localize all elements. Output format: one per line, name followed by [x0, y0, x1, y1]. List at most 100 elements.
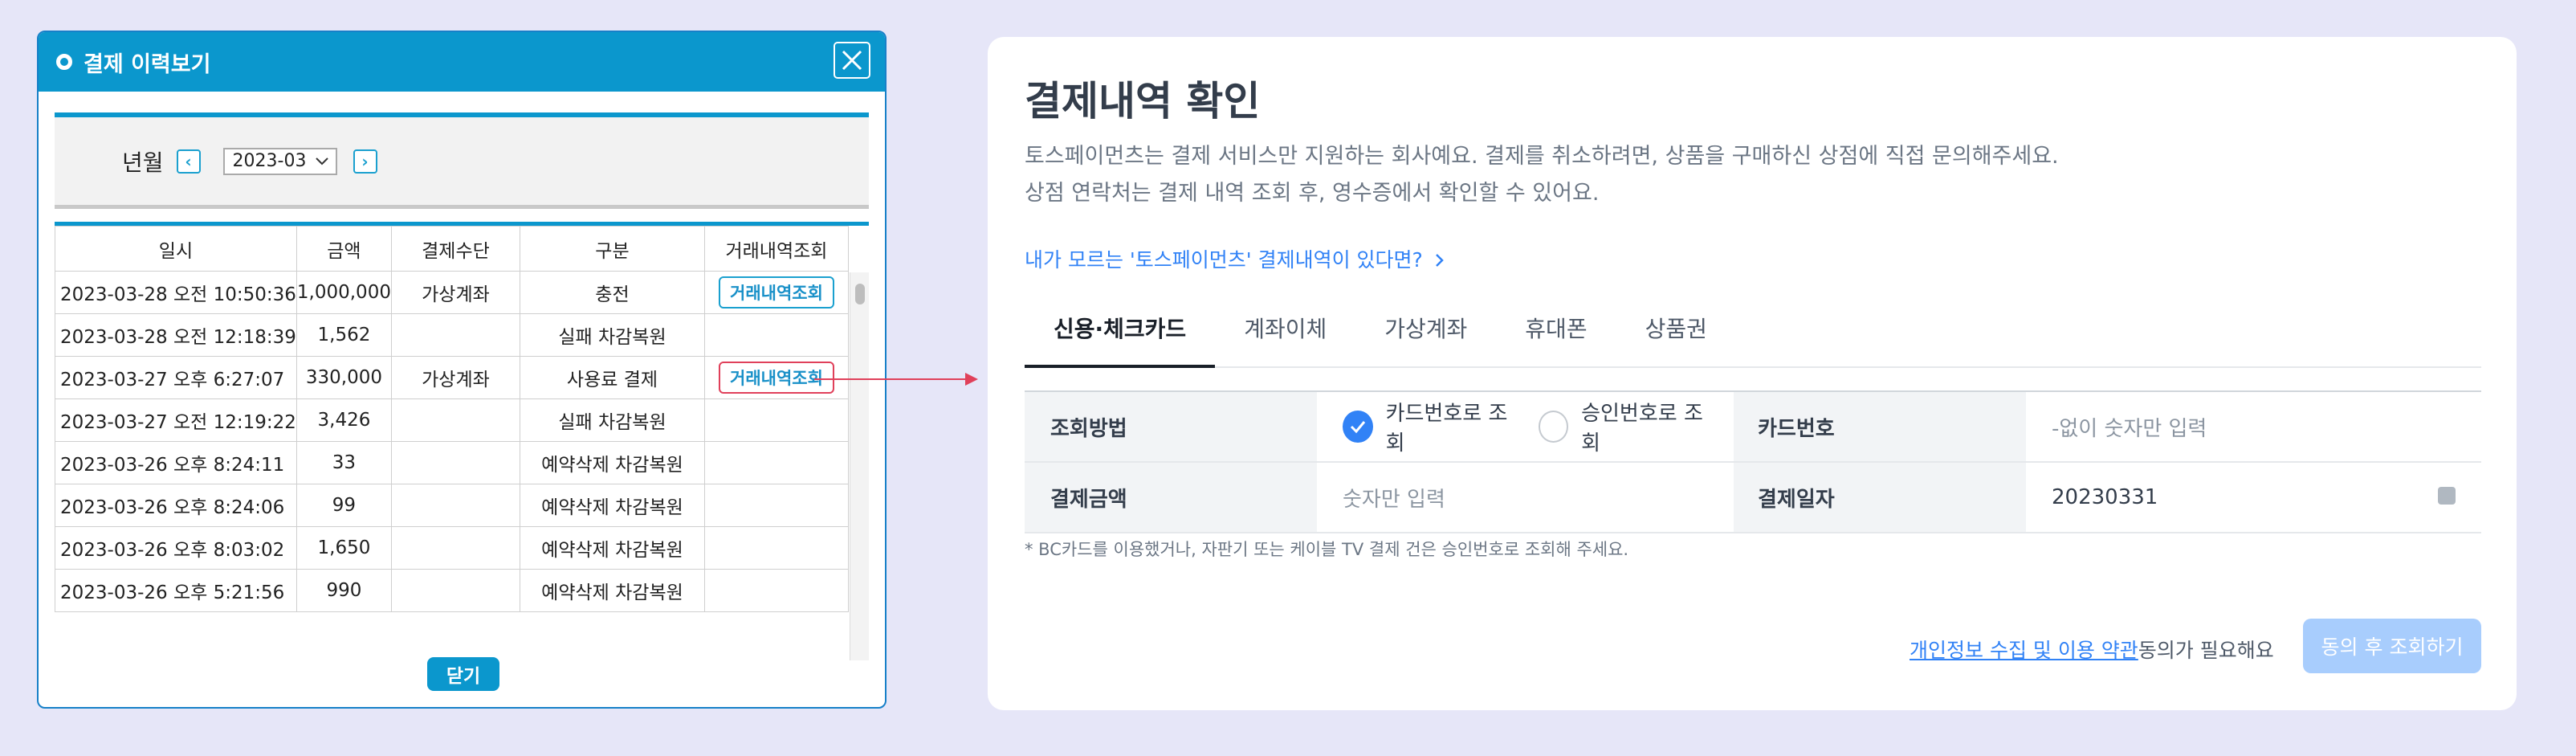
cell-method	[390, 398, 520, 442]
cell-type: 충전	[519, 271, 705, 314]
calendar-icon[interactable]	[2438, 487, 2456, 505]
cell-lookup: 거래내역조회	[703, 271, 849, 314]
chevron-right-icon	[1435, 254, 1444, 267]
chevron-down-icon	[315, 157, 328, 165]
cell-amount: 1,562	[296, 313, 392, 357]
cell-date: 2023-03-27 오후 6:27:07	[55, 356, 297, 399]
tab-gift-card[interactable]: 상품권	[1616, 307, 1736, 368]
payment-date-value: 20230331	[2052, 485, 2158, 509]
table-row: 2023-03-26 오후 8:24:06 99 예약삭제 차감복원	[55, 484, 849, 527]
close-icon[interactable]	[834, 42, 870, 79]
cell-amount: 1,000,000	[296, 271, 392, 314]
scroll-thumb[interactable]	[855, 284, 865, 304]
radio-approval-number[interactable]: 승인번호로 조회	[1538, 397, 1714, 456]
tab-credit-card[interactable]: 신용·체크카드	[1025, 307, 1216, 368]
connector-arrow	[814, 373, 978, 386]
cell-method	[390, 441, 520, 484]
col-header-date: 일시	[55, 226, 297, 272]
cell-date: 2023-03-26 오후 8:24:11	[55, 441, 297, 484]
table-row: 2023-03-27 오전 12:19:22 3,426 실패 차감복원	[55, 398, 849, 442]
col-header-amount: 금액	[296, 226, 392, 272]
lookup-form: 조회방법 카드번호로 조회 승인번호로 조회 카드번호 -없이 숫자만 입력 결…	[1025, 390, 2481, 533]
table-row: 2023-03-26 오후 8:24:11 33 예약삭제 차감복원	[55, 441, 849, 484]
notice-text: * BC카드를 이용했거나, 자판기 또는 케이블 TV 결제 건은 승인번호로…	[1025, 540, 1629, 559]
check-icon	[1343, 411, 1373, 443]
form-row: 결제금액 숫자만 입력 결제일자 20230331	[1025, 463, 2481, 533]
cell-lookup	[703, 313, 849, 357]
cell-method	[390, 484, 520, 527]
card-number-label: 카드번호	[1734, 392, 2026, 461]
radio-card-number[interactable]: 카드번호로 조회	[1343, 397, 1518, 456]
col-header-type: 구분	[519, 226, 705, 272]
description-line-2: 상점 연락처는 결제 내역 조회 후, 영수증에서 확인할 수 있어요.	[1025, 181, 1600, 206]
agree-and-search-button[interactable]: 동의 후 조회하기	[2303, 619, 2481, 673]
next-month-button[interactable]: ›	[353, 149, 377, 174]
tab-virtual-account[interactable]: 가상계좌	[1355, 307, 1496, 368]
cell-date: 2023-03-26 오후 5:21:56	[55, 569, 297, 612]
cell-method	[390, 313, 520, 357]
table-row: 2023-03-26 오후 8:03:02 1,650 예약삭제 차감복원	[55, 526, 849, 570]
radio-empty-icon	[1538, 411, 1569, 443]
cell-date: 2023-03-26 오후 8:03:02	[55, 526, 297, 570]
cell-lookup	[703, 484, 849, 527]
lookup-method-label: 조회방법	[1025, 392, 1317, 461]
cell-type: 예약삭제 차감복원	[519, 441, 705, 484]
month-filter-label: 년월	[122, 149, 164, 176]
table-scrollbar[interactable]	[850, 272, 869, 660]
agreement-text: 개인정보 수집 및 이용 약관동의가 필요해요	[1910, 635, 2274, 664]
cell-type: 예약삭제 차감복원	[519, 526, 705, 570]
table-header-row: 일시 금액 결제수단 구분 거래내역조회	[55, 226, 849, 272]
history-table: 일시 금액 결제수단 구분 거래내역조회 2023-03-28 오전 10:50…	[55, 226, 849, 612]
cell-date: 2023-03-26 오후 8:24:06	[55, 484, 297, 527]
prev-month-button[interactable]: ‹	[176, 149, 201, 174]
cell-date: 2023-03-28 오전 12:18:39	[55, 313, 297, 357]
cell-date: 2023-03-28 오전 10:50:36	[55, 271, 297, 314]
help-link[interactable]: 내가 모르는 '토스페이먼츠' 결제내역이 있다면?	[1025, 244, 1445, 273]
cell-type: 실패 차감복원	[519, 398, 705, 442]
tab-bank-transfer[interactable]: 계좌이체	[1215, 307, 1355, 368]
lookup-button[interactable]: 거래내역조회	[719, 276, 834, 309]
help-link-text: 내가 모르는 '토스페이먼츠' 결제내역이 있다면?	[1025, 248, 1423, 272]
privacy-terms-link[interactable]: 개인정보 수집 및 이용 약관	[1910, 639, 2138, 662]
form-row: 조회방법 카드번호로 조회 승인번호로 조회 카드번호 -없이 숫자만 입력	[1025, 392, 2481, 463]
cell-lookup	[703, 441, 849, 484]
payment-date-label: 결제일자	[1734, 463, 2026, 532]
table-row: 2023-03-28 오전 12:18:39 1,562 실패 차감복원	[55, 313, 849, 357]
month-select[interactable]: 2023-03	[222, 147, 337, 175]
cell-type: 예약삭제 차감복원	[519, 569, 705, 612]
amount-input[interactable]: 숫자만 입력	[1317, 463, 1734, 532]
cell-lookup	[703, 569, 849, 612]
table-row: 2023-03-26 오후 5:21:56 990 예약삭제 차감복원	[55, 569, 849, 612]
tab-mobile[interactable]: 휴대폰	[1496, 307, 1616, 368]
close-button[interactable]: 닫기	[427, 657, 499, 691]
month-filter-bar: 년월 ‹ 2023-03 ›	[55, 112, 869, 209]
cell-method	[390, 569, 520, 612]
payment-history-popup: 결제 이력보기 년월 ‹ 2023-03 › 일시 금액 결제수단 구분 거래내	[37, 31, 887, 709]
popup-title: 결제 이력보기	[84, 51, 211, 77]
table-row: 2023-03-27 오후 6:27:07 330,000 가상계좌 사용료 결…	[55, 356, 849, 399]
cell-amount: 99	[296, 484, 392, 527]
agreement-suffix: 동의가 필요해요	[2138, 639, 2274, 662]
radio-card-number-label: 카드번호로 조회	[1385, 402, 1508, 456]
cell-amount: 3,426	[296, 398, 392, 442]
radio-approval-number-label: 승인번호로 조회	[1581, 402, 1703, 456]
description-line-1: 토스페이먼츠는 결제 서비스만 지원하는 회사예요. 결제를 취소하려면, 상품…	[1025, 144, 2059, 169]
cell-type: 예약삭제 차감복원	[519, 484, 705, 527]
card-number-input[interactable]: -없이 숫자만 입력	[2026, 392, 2481, 461]
payment-date-input[interactable]: 20230331	[2026, 463, 2481, 532]
payment-method-tabs: 신용·체크카드 계좌이체 가상계좌 휴대폰 상품권	[1025, 307, 2481, 368]
cell-amount: 330,000	[296, 356, 392, 399]
col-header-lookup: 거래내역조회	[703, 226, 849, 272]
cell-type: 사용료 결제	[519, 356, 705, 399]
cell-method: 가상계좌	[390, 271, 520, 314]
col-header-method: 결제수단	[390, 226, 520, 272]
cell-type: 실패 차감복원	[519, 313, 705, 357]
cell-lookup	[703, 398, 849, 442]
cell-date: 2023-03-27 오전 12:19:22	[55, 398, 297, 442]
cell-method: 가상계좌	[390, 356, 520, 399]
cell-method	[390, 526, 520, 570]
page-title: 결제내역 확인	[1025, 78, 1261, 125]
table-row: 2023-03-28 오전 10:50:36 1,000,000 가상계좌 충전…	[55, 271, 849, 314]
bullet-icon	[56, 54, 72, 70]
payment-lookup-panel: 결제내역 확인 토스페이먼츠는 결제 서비스만 지원하는 회사예요. 결제를 취…	[988, 37, 2517, 710]
